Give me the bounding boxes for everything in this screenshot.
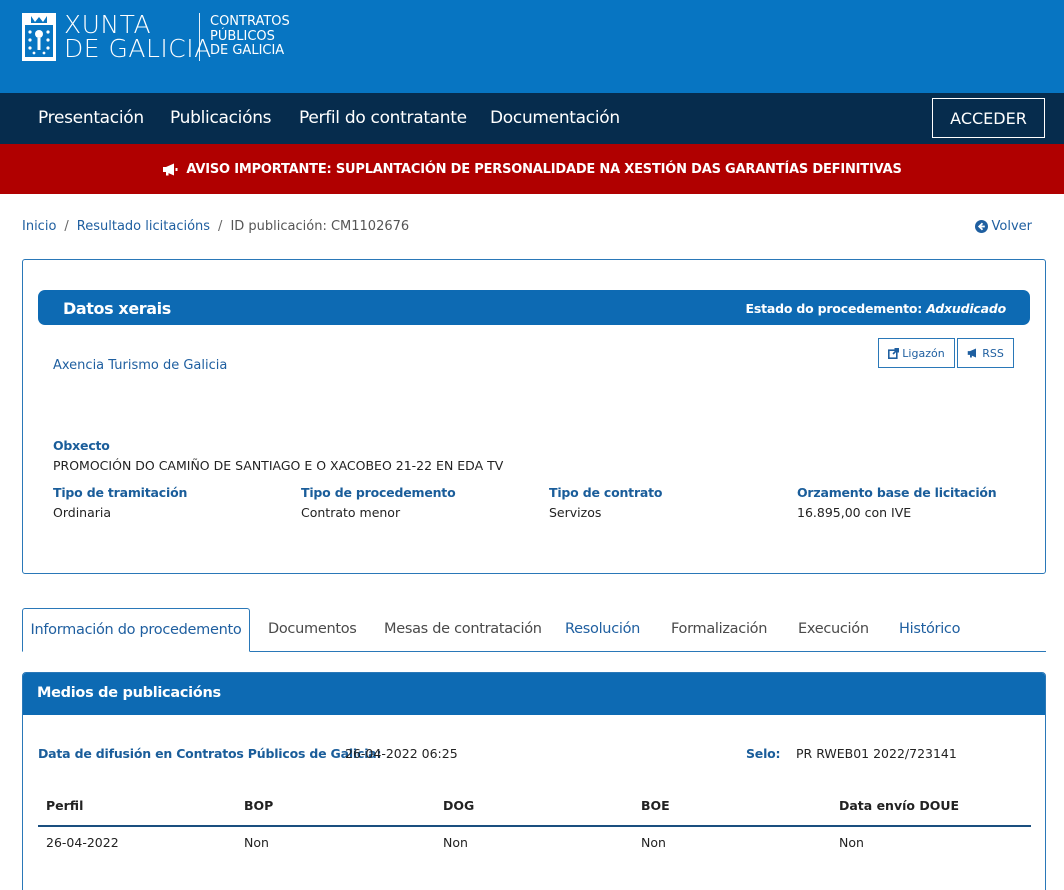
nav-item-perfil-contratante[interactable]: Perfil do contratante (299, 108, 467, 128)
difusion-label: Data de difusión en Contratos Públicos d… (38, 746, 382, 761)
tab-documentos[interactable]: Documentos (268, 621, 357, 637)
xunta-wordmark[interactable]: XUNTA DE GALICIA (64, 12, 212, 63)
rss-label: RSS (982, 346, 1004, 360)
organismo-link[interactable]: Axencia Turismo de Galicia (53, 358, 227, 373)
xunta-logo-icon[interactable] (22, 13, 56, 61)
tab-mesas-contratacion[interactable]: Mesas de contratación (384, 621, 542, 637)
nav-item-documentacion[interactable]: Documentación (490, 108, 620, 128)
tipo-tramitacion-value: Ordinaria (53, 505, 112, 520)
site-name-line-1: CONTRATOS (210, 14, 290, 29)
site-name-line-3: DE GALICIA (210, 43, 285, 58)
cell-doue: Non (839, 835, 864, 850)
main-nav: Presentación Publicacións Perfil do cont… (0, 93, 1064, 144)
megaphone-icon (163, 163, 178, 175)
tab-historico[interactable]: Histórico (899, 621, 960, 637)
site-name-line-2: PÚBLICOS (210, 28, 275, 44)
tab-informacion-procedemento[interactable]: Información do procedemento (22, 608, 250, 652)
acceder-button[interactable]: ACCEDER (932, 98, 1045, 138)
column-header-bop: BOP (244, 798, 274, 813)
obxecto-label: Obxecto (53, 438, 110, 453)
external-link-icon (888, 347, 900, 359)
logo-divider (199, 13, 200, 61)
breadcrumb-inicio[interactable]: Inicio (22, 219, 56, 234)
estado-procedemento: Estado do procedemento: Adxudicado (745, 301, 1006, 316)
tipo-tramitacion-label: Tipo de tramitación (53, 485, 188, 500)
column-header-boe: BOE (641, 798, 670, 813)
column-header-doue: Data envío DOUE (839, 798, 960, 813)
breadcrumb-separator: / (64, 219, 69, 234)
estado-value: Adxudicado (926, 301, 1006, 316)
tab-execucion[interactable]: Execución (798, 621, 869, 637)
tipo-procedemento-label: Tipo de procedemento (301, 485, 456, 500)
orzamento-label: Orzamento base de licitación (797, 485, 997, 500)
column-header-perfil: Perfil (46, 798, 84, 813)
volver-label: Volver (991, 219, 1033, 234)
nav-item-publicacions[interactable]: Publicacións (170, 108, 272, 128)
alert-text: AVISO IMPORTANTE: SUPLANTACIÓN DE PERSON… (186, 161, 902, 177)
medios-publicacions-title: Medios de publicacións (37, 685, 221, 701)
selo-value: PR RWEB01 2022/723141 (796, 746, 957, 761)
datos-xerais-card: Datos xerais Estado do procedemento: Adx… (22, 259, 1046, 574)
selo-label: Selo: (746, 746, 781, 761)
site-name[interactable]: CONTRATOS PÚBLICOS DE GALICIA (210, 14, 290, 59)
alert-banner[interactable]: AVISO IMPORTANTE: SUPLANTACIÓN DE PERSON… (0, 144, 1064, 194)
cell-dog: Non (443, 835, 468, 850)
breadcrumb: Inicio / Resultado licitacións / ID publicac… (22, 219, 409, 234)
tipo-contrato-label: Tipo de contrato (549, 485, 663, 500)
breadcrumb-current: ID publicación: CM1102676 (230, 219, 410, 234)
cell-bop: Non (244, 835, 269, 850)
breadcrumb-resultado[interactable]: Resultado licitacións (77, 219, 210, 234)
tipo-procedemento-value: Contrato menor (301, 505, 401, 520)
breadcrumb-separator: / (218, 219, 223, 234)
site-header: XUNTA DE GALICIA CONTRATOS PÚBLICOS DE G… (0, 0, 1064, 93)
logo-line-2: DE GALICIA (64, 34, 212, 63)
tipo-contrato-value: Servizos (549, 505, 602, 520)
tab-resolucion[interactable]: Resolución (565, 621, 640, 637)
medios-publicacions-panel: Medios de publicacións Data de difusión … (22, 672, 1046, 890)
rss-button[interactable]: RSS (957, 338, 1014, 368)
table-header-divider (38, 825, 1031, 827)
difusion-value: 26-04-2022 06:25 (345, 746, 458, 761)
estado-label: Estado do procedemento: (745, 301, 923, 316)
volver-link[interactable]: Volver (974, 219, 1033, 234)
datos-xerais-header: Datos xerais Estado do procedemento: Adx… (38, 290, 1030, 325)
obxecto-value: PROMOCIÓN DO CAMIÑO DE SANTIAGO E O XACO… (53, 458, 504, 473)
ligazon-label: Ligazón (902, 346, 945, 360)
ligazon-button[interactable]: Ligazón (878, 338, 955, 368)
cell-perfil: 26-04-2022 (46, 835, 119, 850)
cell-boe: Non (641, 835, 666, 850)
tab-formalizacion[interactable]: Formalización (671, 621, 767, 637)
medios-publicacions-header: Medios de publicacións (23, 673, 1045, 715)
orzamento-value: 16.895,00 con IVE (797, 505, 912, 520)
datos-xerais-title: Datos xerais (63, 299, 171, 318)
megaphone-icon (967, 348, 977, 358)
column-header-dog: DOG (443, 798, 475, 813)
arrow-left-circle-icon (974, 220, 988, 233)
nav-item-presentacion[interactable]: Presentación (38, 108, 144, 128)
